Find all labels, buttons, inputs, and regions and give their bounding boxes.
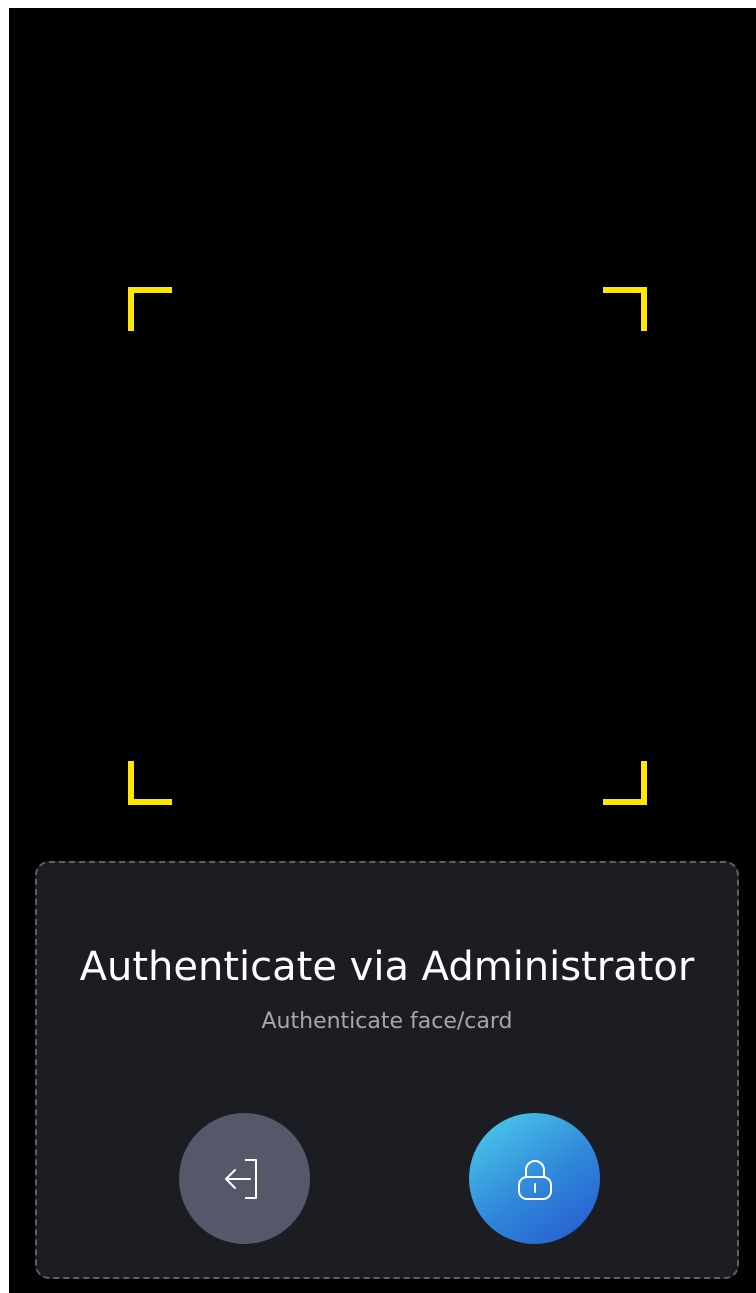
exit-button[interactable] <box>179 1113 310 1244</box>
face-frame-corner-top-right <box>603 287 647 331</box>
face-frame-corner-bottom-left <box>128 761 172 805</box>
auth-subtitle: Authenticate face/card <box>261 1009 513 1034</box>
auth-panel: Authenticate via Administrator Authentic… <box>35 861 739 1279</box>
unlock-icon <box>517 1159 552 1200</box>
face-frame-corner-bottom-right <box>603 761 647 805</box>
unlock-button[interactable] <box>469 1113 600 1244</box>
auth-title: Authenticate via Administrator <box>79 944 695 990</box>
exit-icon <box>224 1158 257 1199</box>
camera-view: Authenticate via Administrator Authentic… <box>9 8 756 1293</box>
face-frame-corner-top-left <box>128 287 172 331</box>
